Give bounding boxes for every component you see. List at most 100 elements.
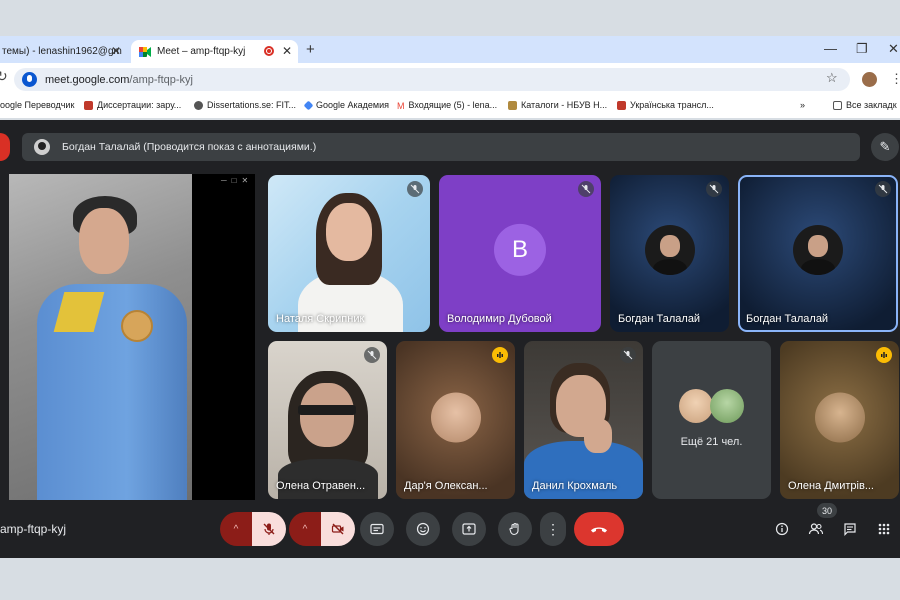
- present-button[interactable]: [452, 512, 486, 546]
- participant-tile[interactable]: Наталя Скрипник: [268, 175, 430, 332]
- captions-button[interactable]: [360, 512, 394, 546]
- camera-options-chevron-icon[interactable]: ^: [289, 512, 321, 546]
- camera-control: ^: [289, 512, 355, 546]
- chat-button[interactable]: [840, 519, 860, 539]
- participant-name: Олена Дмитрів...: [788, 480, 874, 492]
- meet-window: Богдан Талалай (Проводится показ с аннот…: [0, 120, 900, 558]
- tab-close-icon[interactable]: ✕: [111, 44, 121, 58]
- address-input[interactable]: meet.google.com/amp-ftqp-kyj: [14, 68, 850, 91]
- present-icon: [462, 523, 476, 535]
- participant-name: Данил Крохмаль: [532, 480, 618, 492]
- scholar-icon: [303, 100, 314, 110]
- tab-meet[interactable]: Meet – amp-ftqp-kyj ✕: [131, 40, 298, 63]
- profile-avatar[interactable]: [862, 72, 877, 87]
- url-path: /amp-ftqp-kyj: [129, 73, 193, 86]
- raise-hand-button[interactable]: [498, 512, 532, 546]
- participant-tile[interactable]: В Володимир Дубовой: [439, 175, 601, 332]
- more-participants-label: Ещё 21 чел.: [680, 436, 743, 448]
- avatar: [710, 389, 744, 423]
- activities-button[interactable]: [874, 519, 894, 539]
- mic-muted-icon: [706, 181, 722, 197]
- avatar: [34, 139, 50, 155]
- hangup-icon: [591, 527, 607, 533]
- participant-tile[interactable]: Дар'я Олексан...: [396, 341, 515, 499]
- emoji-button[interactable]: [406, 512, 440, 546]
- camera-off-icon[interactable]: [321, 512, 355, 546]
- mic-off-icon[interactable]: [252, 512, 286, 546]
- presentation-image: [9, 174, 192, 500]
- avatar: [644, 224, 695, 275]
- more-icon: ⋮: [546, 520, 560, 537]
- avatar: [793, 224, 843, 275]
- mic-active-icon: [876, 347, 892, 363]
- mic-options-chevron-icon[interactable]: ^: [220, 512, 252, 546]
- bookmarks-bar: oogle Переводчик Диссертации: зару... Di…: [0, 96, 900, 118]
- presenter-bar: Богдан Талалай (Проводится показ с аннот…: [22, 133, 860, 161]
- browser-menu-icon[interactable]: ⋮: [890, 71, 900, 87]
- library-icon: [508, 100, 517, 110]
- mic-control: ^: [220, 512, 286, 546]
- mic-muted-icon: [364, 347, 380, 363]
- participant-name: Богдан Талалай: [746, 313, 829, 325]
- mic-muted-icon: [578, 181, 594, 197]
- bookmark-item[interactable]: Google Академия: [303, 100, 389, 110]
- mic-active-icon: [492, 347, 508, 363]
- participant-name: Наталя Скрипник: [276, 313, 365, 325]
- new-tab-button[interactable]: +: [306, 41, 315, 58]
- participant-tile[interactable]: Богдан Талалай: [738, 175, 898, 332]
- tab-title: Meet – amp-ftqp-kyj: [157, 46, 246, 57]
- participant-name: Олена Отравен...: [276, 480, 366, 492]
- bookmark-item[interactable]: Диссертации: зару...: [84, 100, 181, 110]
- raise-hand-icon: [509, 522, 519, 536]
- meet-logo-icon: [139, 46, 151, 57]
- more-participants-tile[interactable]: Ещё 21 чел.: [652, 341, 771, 499]
- meeting-info-button[interactable]: [772, 519, 792, 539]
- leave-call-button[interactable]: [574, 512, 624, 546]
- people-button[interactable]: [806, 519, 826, 539]
- bookmark-item[interactable]: oogle Переводчик: [0, 100, 74, 110]
- minimize-icon[interactable]: —: [824, 41, 837, 56]
- address-bar-row: ↻ meet.google.com/amp-ftqp-kyj ☆ ⋮: [0, 63, 900, 96]
- stop-presenting-button[interactable]: [0, 133, 10, 161]
- apps-icon: [878, 523, 890, 535]
- globe-icon: [194, 100, 203, 110]
- participant-tile[interactable]: Олена Отравен...: [268, 341, 387, 499]
- annotate-pen-icon[interactable]: ✎: [871, 133, 899, 161]
- captions-icon: [370, 523, 384, 535]
- medal-icon: [121, 310, 153, 342]
- bookmark-item[interactable]: Каталоги - НБУВ Н...: [508, 100, 607, 110]
- presenter-bar-text: Богдан Талалай (Проводится показ с аннот…: [62, 141, 317, 153]
- bookmark-item[interactable]: Українська трансл...: [617, 100, 714, 110]
- people-icon: [808, 523, 824, 535]
- avatar: [814, 392, 865, 443]
- browser-tab-strip: темы) - lenashin1962@gm ✕ Meet – amp-ftq…: [0, 36, 900, 63]
- window-close-icon[interactable]: ✕: [888, 41, 899, 57]
- bookmark-star-icon[interactable]: ☆: [826, 70, 838, 86]
- participant-name: Богдан Талалай: [618, 313, 701, 325]
- participant-tile[interactable]: Олена Дмитрів...: [780, 341, 899, 499]
- participants-count-badge: 30: [817, 503, 838, 518]
- more-options-button[interactable]: ⋮: [540, 512, 566, 546]
- bookmark-favicon-icon: [84, 100, 93, 110]
- presentation-window-controls: ─□✕: [221, 176, 254, 185]
- all-bookmarks-folder[interactable]: Все закладк: [833, 100, 897, 110]
- folder-icon: [833, 100, 842, 110]
- participant-tile[interactable]: Данил Крохмаль: [524, 341, 643, 499]
- bookmark-item[interactable]: M Входящие (5) - lena...: [397, 100, 497, 111]
- more-bookmarks-icon[interactable]: »: [800, 100, 805, 110]
- tab-title: темы) - lenashin1962@gm: [2, 46, 122, 57]
- emoji-icon: [416, 522, 430, 536]
- mic-muted-icon: [407, 181, 423, 197]
- gmail-icon: M: [397, 100, 405, 111]
- participant-tile[interactable]: Богдан Талалай: [610, 175, 729, 332]
- restore-icon[interactable]: ❐: [856, 41, 868, 57]
- presentation-video: ─□✕: [9, 174, 255, 500]
- reload-icon[interactable]: ↻: [0, 68, 8, 85]
- avatar: [430, 392, 481, 443]
- tab-gmail[interactable]: темы) - lenashin1962@gm ✕: [0, 40, 127, 63]
- site-info-icon[interactable]: [22, 72, 37, 87]
- avatar: В: [494, 223, 546, 276]
- bookmark-item[interactable]: Dissertations.se: FIT...: [194, 100, 296, 110]
- meeting-code: amp-ftqp-kyj: [0, 522, 67, 536]
- tab-close-icon[interactable]: ✕: [282, 44, 292, 58]
